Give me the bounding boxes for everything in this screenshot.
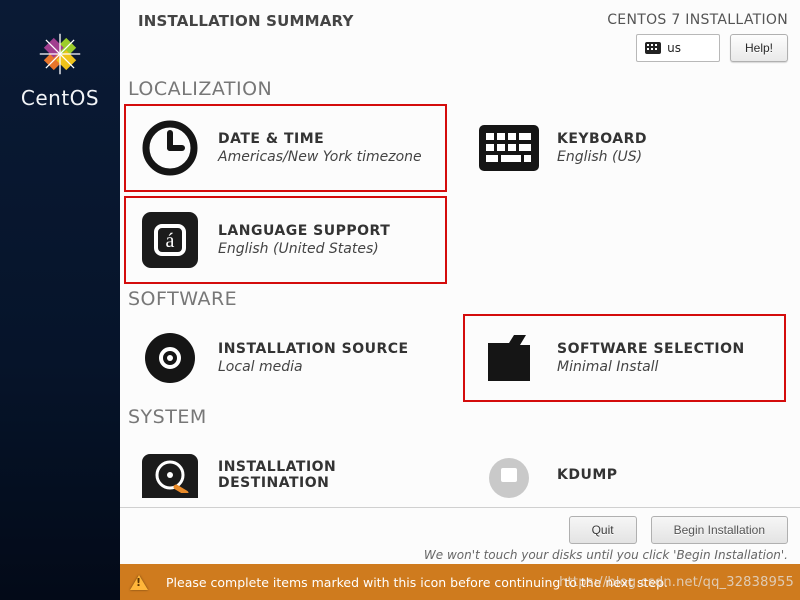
keyboard-large-icon (479, 118, 539, 178)
package-icon (479, 328, 539, 388)
page-title: INSTALLATION SUMMARY (138, 12, 354, 30)
help-button[interactable]: Help! (730, 34, 788, 62)
spoke-status: English (United States) (218, 241, 390, 257)
spoke-status: Local media (218, 359, 409, 375)
disc-icon (140, 328, 200, 388)
spoke-language-support[interactable]: á LANGUAGE SUPPORT English (United State… (124, 196, 447, 284)
spoke-software-selection[interactable]: SOFTWARE SELECTION Minimal Install (463, 314, 786, 402)
svg-text:á: á (166, 230, 175, 252)
language-icon: á (140, 210, 200, 270)
spoke-installation-destination[interactable]: INSTALLATION DESTINATION (124, 432, 447, 507)
spoke-status: English (US) (557, 149, 647, 165)
keyboard-layout-indicator[interactable]: us (636, 34, 720, 62)
sidebar: CentOS (0, 0, 120, 600)
spoke-keyboard[interactable]: KEYBOARD English (US) (463, 104, 786, 192)
content-scroll[interactable]: LOCALIZATION DATE & TIME Americas/New Yo… (120, 68, 800, 507)
section-system: SYSTEM (128, 406, 798, 428)
brand-label: CentOS (21, 86, 99, 110)
keyboard-layout-code: us (667, 41, 681, 55)
spoke-installation-source[interactable]: INSTALLATION SOURCE Local media (124, 314, 447, 402)
spoke-date-time[interactable]: DATE & TIME Americas/New York timezone (124, 104, 447, 192)
keyboard-icon (645, 42, 661, 54)
warning-text: Please complete items marked with this i… (166, 575, 668, 590)
spoke-title: SOFTWARE SELECTION (557, 341, 745, 357)
quit-button[interactable]: Quit (569, 516, 637, 544)
button-bar-hint: We won't touch your disks until you clic… (424, 548, 788, 562)
install-label: CENTOS 7 INSTALLATION (607, 12, 788, 28)
spoke-title: KDUMP (557, 467, 618, 483)
spoke-status: Americas/New York timezone (218, 149, 422, 165)
spoke-kdump[interactable]: KDUMP (463, 432, 786, 507)
section-software: SOFTWARE (128, 288, 798, 310)
spoke-title: DATE & TIME (218, 131, 422, 147)
spoke-title: KEYBOARD (557, 131, 647, 147)
spoke-title: INSTALLATION SOURCE (218, 341, 409, 357)
hard-drive-icon (140, 446, 200, 506)
warning-strip[interactable]: Please complete items marked with this i… (120, 564, 800, 600)
spoke-status: Minimal Install (557, 359, 745, 375)
clock-icon (140, 118, 200, 178)
spoke-title: INSTALLATION DESTINATION (218, 459, 433, 491)
warning-icon (130, 575, 148, 590)
section-localization: LOCALIZATION (128, 78, 798, 100)
spoke-title: LANGUAGE SUPPORT (218, 223, 390, 239)
centos-logo-icon (38, 32, 82, 76)
header: INSTALLATION SUMMARY CENTOS 7 INSTALLATI… (120, 0, 800, 68)
begin-installation-button[interactable]: Begin Installation (651, 516, 788, 544)
kdump-icon (479, 446, 539, 506)
